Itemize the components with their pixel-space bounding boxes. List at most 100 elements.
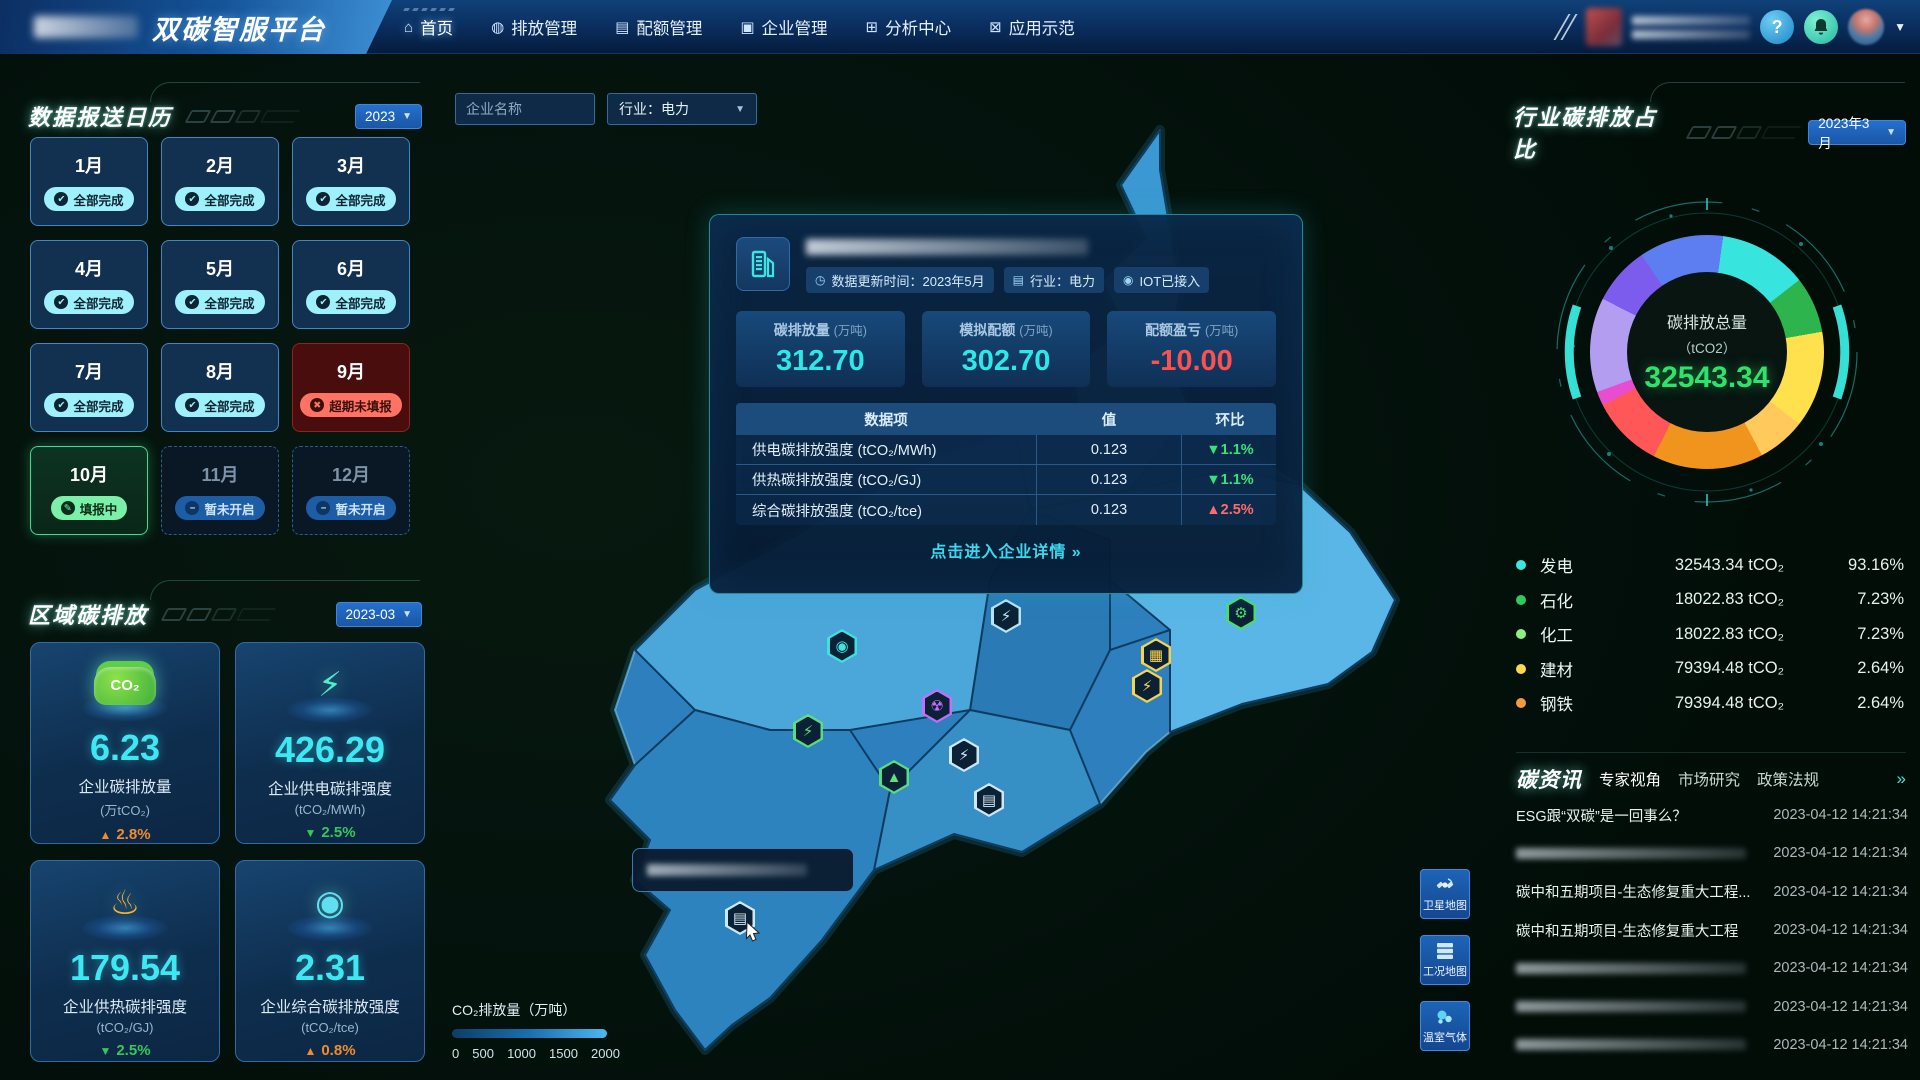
map-marker[interactable]: ⚙ xyxy=(1226,596,1256,630)
news-item[interactable]: 碳中和五期项目-生态修复重大工程2023-04-12 14:21:34 xyxy=(1516,911,1908,949)
co2-cloud-icon: CO₂ xyxy=(94,667,156,705)
building-icon xyxy=(736,237,790,291)
legend-row[interactable]: 建材 79394.48 tCO₂ 2.64% xyxy=(1516,652,1904,687)
stat-value: 312.70 xyxy=(776,345,865,378)
stat-card-power-intensity[interactable]: ⚡ 426.29 企业供电碳排强度 (tCO₂/MWh) ▼2.5% xyxy=(235,642,425,844)
news-item[interactable]: 2023-04-12 14:21:34 xyxy=(1516,987,1908,1025)
status-badge: ✔全部完成 xyxy=(175,393,264,417)
map-marker[interactable]: ▤ xyxy=(974,783,1004,817)
map-marker[interactable]: ▦ xyxy=(1141,638,1171,672)
month-card-jan[interactable]: 1月✔全部完成 xyxy=(30,137,148,226)
nav-item-home[interactable]: ⌂首页 xyxy=(404,15,453,39)
stat-label: 企业供电碳排强度 xyxy=(268,777,392,799)
month-card-sep[interactable]: 9月✖超期未填报 xyxy=(292,343,410,432)
month-card-apr[interactable]: 4月✔全部完成 xyxy=(30,240,148,329)
nav-item-demo[interactable]: ⊠应用示范 xyxy=(989,15,1075,39)
notification-button[interactable] xyxy=(1804,10,1838,44)
check-icon: ✔ xyxy=(54,398,68,412)
map-layer-controls: 卫星地图 工况地图 温室气体 xyxy=(1420,869,1470,1051)
mouse-cursor xyxy=(746,922,764,942)
legend-row[interactable]: 石化 18022.83 tCO₂ 7.23% xyxy=(1516,583,1904,618)
month-card-dec[interactable]: 12月−暂未开启 xyxy=(292,446,410,535)
popup-badges: ◷数据更新时间：2023年5月 ▤行业：电力 ◉IOT已接入 xyxy=(806,267,1276,293)
stat-unit: (万tCO₂) xyxy=(100,800,150,819)
company-name-blurred xyxy=(647,864,807,876)
cross-icon: ✖ xyxy=(310,398,324,412)
legend-row[interactable]: 钢铁 79394.48 tCO₂ 2.64% xyxy=(1516,686,1904,721)
month-card-jul[interactable]: 7月✔全部完成 xyxy=(30,343,148,432)
nav-item-analysis[interactable]: ⊞分析中心 xyxy=(866,15,952,39)
map-marker[interactable]: ◉ xyxy=(827,629,857,663)
map-marker[interactable]: ⚡ xyxy=(949,738,979,772)
news-title-blurred xyxy=(1516,1039,1746,1050)
main-nav: ⌂首页 ◍排放管理 ▤配额管理 ▣企业管理 ⊞分析中心 ⊠应用示范 xyxy=(404,0,1075,54)
nav-item-quota[interactable]: ▤配额管理 xyxy=(615,15,702,39)
lightning-icon: ⚡ xyxy=(1142,677,1153,695)
month-card-feb[interactable]: 2月✔全部完成 xyxy=(161,137,279,226)
header-right: ? ▼ xyxy=(1561,0,1906,54)
map-marker[interactable]: ▲ xyxy=(879,760,909,794)
map-marker[interactable]: ⚡ xyxy=(1132,669,1162,703)
tab-expert-view[interactable]: 专家视角 xyxy=(1599,768,1661,790)
news-more-arrow[interactable]: » xyxy=(1897,769,1906,789)
enterprise-detail-link[interactable]: 点击进入企业详情 » xyxy=(736,538,1276,562)
month-card-oct[interactable]: 10月✎填报中 xyxy=(30,446,148,535)
news-item[interactable]: 2023-04-12 14:21:34 xyxy=(1516,1026,1908,1064)
nav-item-emission[interactable]: ◍排放管理 xyxy=(491,15,577,39)
tab-policy[interactable]: 政策法规 xyxy=(1757,768,1819,790)
avatar-caret-icon[interactable]: ▼ xyxy=(1894,20,1906,34)
donut-center-label: 碳排放总量 （tCO2） 32543.34 xyxy=(1590,235,1824,469)
legend-dot xyxy=(1516,595,1526,605)
stat-card-emission[interactable]: CO₂ 6.23 企业碳排放量 (万tCO₂) ▲2.8% xyxy=(30,642,220,844)
stat-value: 302.70 xyxy=(962,345,1051,378)
status-badge: ✖超期未填报 xyxy=(300,393,402,417)
news-item[interactable]: 碳中和五期项目-生态修复重大工程...2023-04-12 14:21:34 xyxy=(1516,873,1908,911)
lightning-icon: ⚡ xyxy=(1001,607,1012,625)
server-icon xyxy=(1435,942,1455,960)
legend-gradient-bar xyxy=(452,1029,607,1038)
help-button[interactable]: ? xyxy=(1760,10,1794,44)
stat-value: -10.00 xyxy=(1151,345,1233,378)
calendar-year-select[interactable]: 2023▼ xyxy=(355,104,422,129)
stat-card-heat-intensity[interactable]: ♨ 179.54 企业供热碳排强度 (tCO₂/GJ) ▼2.5% xyxy=(30,860,220,1062)
minus-icon: − xyxy=(185,501,199,515)
region-header: 区域碳排放 2023-03▼ xyxy=(28,598,422,630)
month-card-may[interactable]: 5月✔全部完成 xyxy=(161,240,279,329)
industry-month-select[interactable]: 2023年3月▼ xyxy=(1808,120,1906,145)
company-search-input[interactable] xyxy=(455,93,595,125)
tab-market-research[interactable]: 市场研究 xyxy=(1678,768,1740,790)
legend-row[interactable]: 化工 18022.83 tCO₂ 7.23% xyxy=(1516,617,1904,652)
table-row: 综合碳排放强度 (tCO₂/tce) 0.123 ▲2.5% xyxy=(736,495,1276,525)
satellite-map-button[interactable]: 卫星地图 xyxy=(1420,869,1470,919)
news-item[interactable]: 2023-04-12 14:21:34 xyxy=(1516,834,1908,872)
industry-filter-select[interactable]: 行业：电力▼ xyxy=(607,93,757,125)
news-item[interactable]: 2023-04-12 14:21:34 xyxy=(1516,949,1908,987)
update-time-badge: ◷数据更新时间：2023年5月 xyxy=(806,267,994,293)
map-marker[interactable]: ⚡ xyxy=(991,599,1021,633)
map-marker[interactable]: ⚡ xyxy=(793,714,823,748)
month-card-aug[interactable]: 8月✔全部完成 xyxy=(161,343,279,432)
month-card-jun[interactable]: 6月✔全部完成 xyxy=(292,240,410,329)
nav-item-enterprise[interactable]: ▣企业管理 xyxy=(740,15,827,39)
month-card-mar[interactable]: 3月✔全部完成 xyxy=(292,137,410,226)
stat-delta: ▼2.5% xyxy=(99,1042,150,1059)
user-avatar[interactable] xyxy=(1848,9,1884,45)
molecule-icon xyxy=(1435,1008,1455,1026)
legend-ticks: 0500100015002000 xyxy=(452,1046,620,1061)
clock-icon: ◷ xyxy=(815,273,825,287)
news-list: ESG跟“双碳”是一回事么？2023-04-12 14:21:34 2023-0… xyxy=(1516,796,1908,1064)
operating-map-button[interactable]: 工况地图 xyxy=(1420,935,1470,985)
stat-card-composite-intensity[interactable]: ◉ 2.31 企业综合碳排放强度 (tCO₂/tce) ▲0.8% xyxy=(235,860,425,1062)
stat-unit: (tCO₂/MWh) xyxy=(295,802,366,817)
stat-emission: 碳排放量 (万吨) 312.70 xyxy=(736,311,905,387)
map-marker[interactable]: ☢ xyxy=(922,689,952,723)
table-row: 供电碳排放强度 (tCO₂/MWh) 0.123 ▼1.1% xyxy=(736,435,1276,465)
status-badge: ✔全部完成 xyxy=(44,393,133,417)
greenhouse-gas-button[interactable]: 温室气体 xyxy=(1420,1001,1470,1051)
legend-row[interactable]: 发电 32543.34 tCO₂ 93.16% xyxy=(1516,548,1904,583)
news-item[interactable]: ESG跟“双碳”是一回事么？2023-04-12 14:21:34 xyxy=(1516,796,1908,834)
region-month-select[interactable]: 2023-03▼ xyxy=(336,602,422,627)
home-icon: ⌂ xyxy=(404,19,413,36)
month-card-nov[interactable]: 11月−暂未开启 xyxy=(161,446,279,535)
chevron-down-icon: ▼ xyxy=(402,609,412,620)
